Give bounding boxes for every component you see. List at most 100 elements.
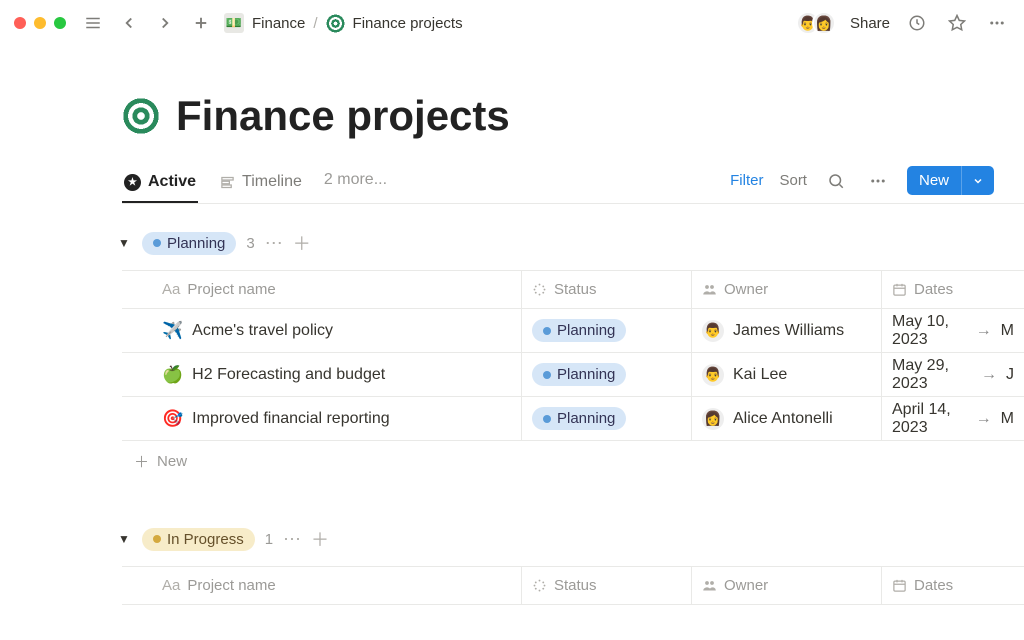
row-title: Improved financial reporting: [192, 410, 389, 428]
group-label: In Progress: [167, 531, 244, 548]
new-button-label[interactable]: New: [907, 166, 961, 195]
cell-owner[interactable]: 👩 Alice Antonelli: [692, 397, 882, 441]
col-dates[interactable]: Dates: [882, 567, 1024, 605]
status-dot-icon: [153, 535, 161, 543]
new-button-dropdown[interactable]: [961, 166, 994, 195]
group-more-icon[interactable]: ⋯: [265, 233, 283, 254]
nav-forward-icon[interactable]: [152, 10, 178, 36]
group-add-icon[interactable]: ＋: [311, 526, 329, 552]
new-page-icon[interactable]: [188, 10, 214, 36]
cell-name[interactable]: ✈️ Acme's travel policy: [122, 309, 522, 353]
owner-name: Kai Lee: [733, 366, 787, 384]
avatar: 👨: [702, 320, 724, 342]
view-controls: Filter Sort New: [730, 166, 994, 203]
page-title[interactable]: Finance projects: [176, 92, 510, 140]
filter-button[interactable]: Filter: [730, 172, 763, 189]
status-pill: Planning: [532, 407, 626, 430]
col-dates[interactable]: Dates: [882, 271, 1024, 309]
cell-name[interactable]: 🍏 H2 Forecasting and budget: [122, 353, 522, 397]
table-row[interactable]: ✈️ Acme's travel policy Planning 👨 James…: [122, 309, 1024, 353]
breadcrumb-parent[interactable]: Finance: [252, 15, 305, 32]
maximize-window[interactable]: [54, 17, 66, 29]
col-label: Project name: [187, 281, 275, 298]
group-add-icon[interactable]: ＋: [293, 230, 311, 256]
date-start: April 14, 2023: [892, 401, 967, 437]
date-start: May 10, 2023: [892, 313, 967, 349]
cell-status[interactable]: Planning: [522, 309, 692, 353]
view-more-icon[interactable]: [865, 168, 891, 194]
table: Aa Project name Status Owner: [122, 270, 1024, 482]
row-icon: 🎯: [162, 409, 183, 429]
loading-icon: [532, 578, 547, 593]
loading-icon: [532, 282, 547, 297]
table-row[interactable]: 🍏 H2 Forecasting and budget Planning 👨 K…: [122, 353, 1024, 397]
col-label: Project name: [187, 577, 275, 594]
collaborators[interactable]: 👨 👩: [796, 11, 836, 35]
group-pill[interactable]: In Progress: [142, 528, 255, 551]
breadcrumb-current[interactable]: Finance projects: [353, 15, 463, 32]
close-window[interactable]: [14, 17, 26, 29]
cell-name[interactable]: 🎯 Improved financial reporting: [122, 397, 522, 441]
sort-button[interactable]: Sort: [779, 172, 807, 189]
page-title-row: Finance projects: [122, 92, 1024, 140]
disclosure-toggle-icon[interactable]: ▼: [116, 236, 132, 250]
table: Aa Project name Status Owner: [122, 566, 1024, 605]
col-project-name[interactable]: Aa Project name: [122, 567, 522, 605]
cell-dates[interactable]: May 29, 2023 → J: [882, 353, 1024, 397]
window-controls: [14, 17, 66, 29]
share-button[interactable]: Share: [850, 15, 890, 32]
arrow-right-icon: →: [981, 366, 997, 384]
calendar-icon: [892, 282, 907, 297]
page-icon[interactable]: [122, 97, 160, 135]
cell-owner[interactable]: 👨 Kai Lee: [692, 353, 882, 397]
table-header-row: Aa Project name Status Owner: [122, 567, 1024, 605]
col-status[interactable]: Status: [522, 567, 692, 605]
cell-status[interactable]: Planning: [522, 353, 692, 397]
sidebar-toggle-icon[interactable]: [80, 10, 106, 36]
nav-back-icon[interactable]: [116, 10, 142, 36]
col-label: Dates: [914, 281, 953, 298]
cell-status[interactable]: Planning: [522, 397, 692, 441]
target-icon: [326, 14, 345, 33]
status-dot-icon: [153, 239, 161, 247]
favorite-icon[interactable]: [944, 10, 970, 36]
avatar: 👨: [702, 364, 724, 386]
group-in-progress: ▼ In Progress 1 ⋯ ＋ Aa Project name Stat…: [122, 526, 1024, 605]
table-row[interactable]: 🎯 Improved financial reporting Planning …: [122, 397, 1024, 441]
calendar-icon: [892, 578, 907, 593]
status-label: Planning: [557, 322, 615, 339]
group-header: ▼ In Progress 1 ⋯ ＋: [116, 526, 1024, 552]
col-label: Dates: [914, 577, 953, 594]
add-row-button[interactable]: ＋ New: [122, 441, 1024, 482]
cell-dates[interactable]: April 14, 2023 → M: [882, 397, 1024, 441]
more-menu-icon[interactable]: [984, 10, 1010, 36]
status-label: Planning: [557, 410, 615, 427]
disclosure-toggle-icon[interactable]: ▼: [116, 532, 132, 546]
tab-more[interactable]: 2 more...: [324, 171, 387, 199]
tab-active[interactable]: ★ Active: [122, 167, 198, 203]
col-status[interactable]: Status: [522, 271, 692, 309]
row-icon: 🍏: [162, 365, 183, 385]
group-more-icon[interactable]: ⋯: [283, 529, 301, 550]
col-owner[interactable]: Owner: [692, 567, 882, 605]
avatar: 👩: [812, 11, 836, 35]
topbar: 💵 Finance / Finance projects 👨 👩 Share: [0, 0, 1024, 46]
date-start: May 29, 2023: [892, 357, 972, 393]
group-count: 3: [246, 235, 254, 252]
people-icon: [702, 282, 717, 297]
group-pill[interactable]: Planning: [142, 232, 236, 255]
col-project-name[interactable]: Aa Project name: [122, 271, 522, 309]
breadcrumb-separator: /: [313, 15, 317, 32]
search-icon[interactable]: [823, 168, 849, 194]
col-owner[interactable]: Owner: [692, 271, 882, 309]
avatar: 👩: [702, 408, 724, 430]
tab-timeline[interactable]: Timeline: [218, 167, 304, 203]
updates-icon[interactable]: [904, 10, 930, 36]
group-header: ▼ Planning 3 ⋯ ＋: [116, 230, 1024, 256]
cell-dates[interactable]: May 10, 2023 → M: [882, 309, 1024, 353]
cell-owner[interactable]: 👨 James Williams: [692, 309, 882, 353]
minimize-window[interactable]: [34, 17, 46, 29]
tab-label: Timeline: [242, 173, 302, 191]
new-button[interactable]: New: [907, 166, 994, 195]
page-body: Finance projects ★ Active Timeline 2 mor…: [0, 92, 1024, 605]
